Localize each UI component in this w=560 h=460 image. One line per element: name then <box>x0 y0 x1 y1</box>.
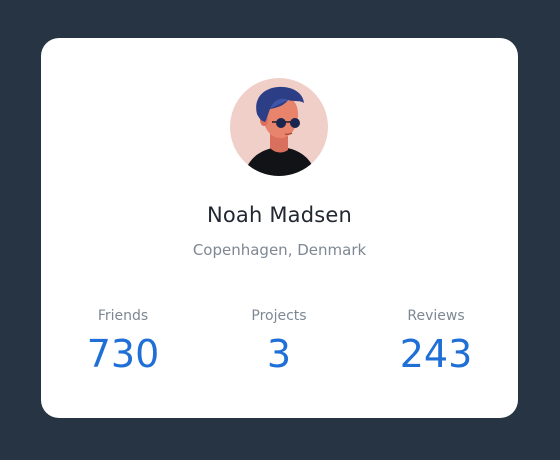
stat-reviews: Reviews 243 <box>366 306 506 376</box>
stat-label: Friends <box>97 308 149 324</box>
stat-label: Reviews <box>407 308 465 324</box>
stat-projects: Projects 3 <box>209 306 349 376</box>
stats-row: Friends 730 Projects 3 Reviews 243 <box>41 306 518 386</box>
stat-value: 243 <box>399 332 473 376</box>
user-location: Copenhagen, Denmark <box>192 241 367 259</box>
stat-friends: Friends 730 <box>53 306 193 376</box>
user-avatar-icon <box>230 78 328 176</box>
stat-label: Projects <box>251 308 307 324</box>
profile-card: Noah Madsen Copenhagen, Denmark Friends … <box>41 38 518 418</box>
stat-value: 730 <box>86 332 160 376</box>
user-name: Noah Madsen <box>206 203 353 227</box>
stat-value: 3 <box>266 332 292 376</box>
